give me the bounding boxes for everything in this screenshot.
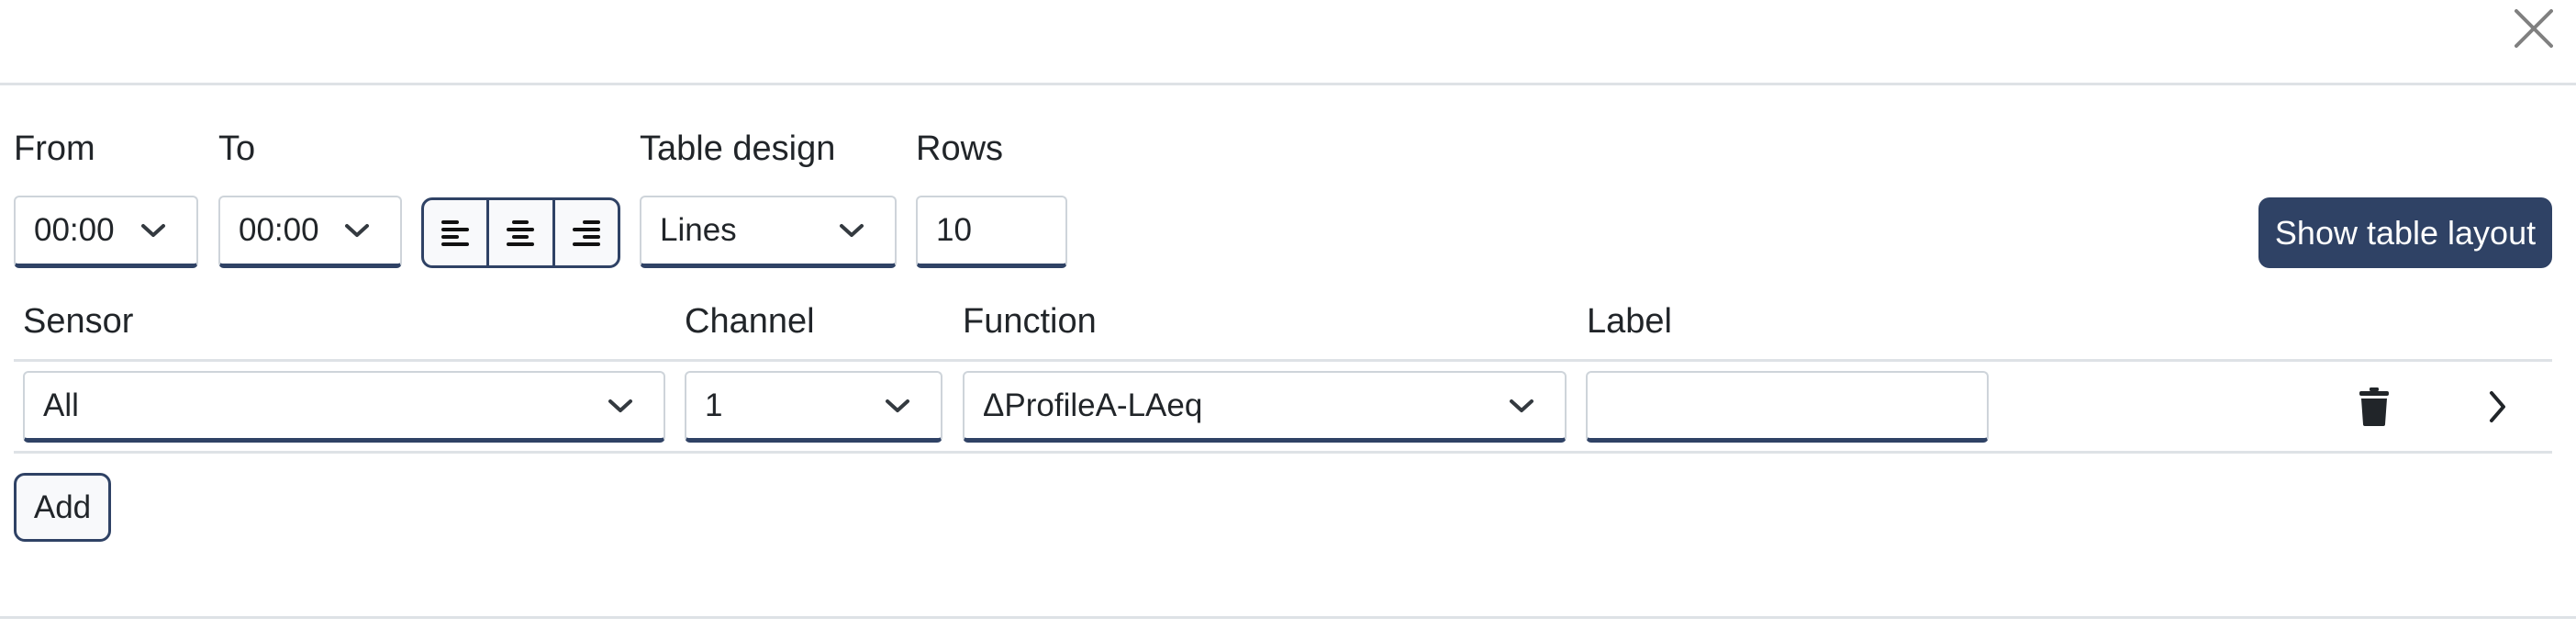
to-value: 00:00: [239, 212, 319, 248]
align-right-button[interactable]: [552, 200, 618, 265]
align-center-button[interactable]: [486, 200, 552, 265]
sensor-value: All: [43, 387, 79, 423]
from-select[interactable]: 00:00: [14, 196, 198, 268]
delete-row-button[interactable]: [2354, 384, 2394, 430]
close-button[interactable]: [2511, 6, 2557, 51]
chevron-down-icon: [141, 224, 165, 237]
align-right-icon: [572, 219, 600, 246]
channel-value: 1: [705, 387, 723, 423]
rows-input[interactable]: 10: [916, 196, 1067, 268]
chevron-down-icon: [1510, 399, 1533, 412]
align-center-icon: [507, 219, 535, 246]
footer-divider: [0, 616, 2576, 619]
add-button[interactable]: Add: [14, 473, 111, 542]
function-select[interactable]: ΔProfileA-LAeq: [963, 371, 1567, 443]
close-icon: [2515, 9, 2553, 48]
function-value: ΔProfileA-LAeq: [983, 387, 1203, 423]
table-row-divider: [14, 451, 2552, 454]
channel-select[interactable]: 1: [685, 371, 942, 443]
column-header-label: Label: [1587, 302, 1672, 341]
expand-row-button[interactable]: [2478, 386, 2518, 428]
align-left-button[interactable]: [424, 200, 486, 265]
chevron-right-icon: [2490, 391, 2505, 422]
from-label: From: [14, 129, 95, 168]
table-design-label: Table design: [640, 129, 836, 168]
table-header-divider: [14, 359, 2552, 362]
alignment-group: [421, 197, 620, 268]
align-left-icon: [441, 219, 470, 246]
trash-icon: [2359, 387, 2389, 426]
chevron-down-icon: [840, 224, 864, 237]
column-header-sensor: Sensor: [23, 302, 134, 341]
to-label: To: [218, 129, 256, 168]
sensor-select[interactable]: All: [23, 371, 665, 443]
chevron-down-icon: [345, 224, 369, 237]
from-value: 00:00: [34, 212, 115, 248]
rows-value: 10: [936, 212, 972, 248]
rows-label: Rows: [916, 129, 1004, 168]
label-input[interactable]: [1586, 371, 1989, 443]
chevron-down-icon: [608, 399, 632, 412]
show-table-layout-button[interactable]: Show table layout: [2258, 197, 2552, 268]
column-header-function: Function: [963, 302, 1097, 341]
table-design-select[interactable]: Lines: [640, 196, 897, 268]
chevron-down-icon: [886, 399, 909, 412]
table-design-value: Lines: [660, 212, 737, 248]
to-select[interactable]: 00:00: [218, 196, 402, 268]
column-header-channel: Channel: [685, 302, 815, 341]
header-divider: [0, 83, 2576, 85]
